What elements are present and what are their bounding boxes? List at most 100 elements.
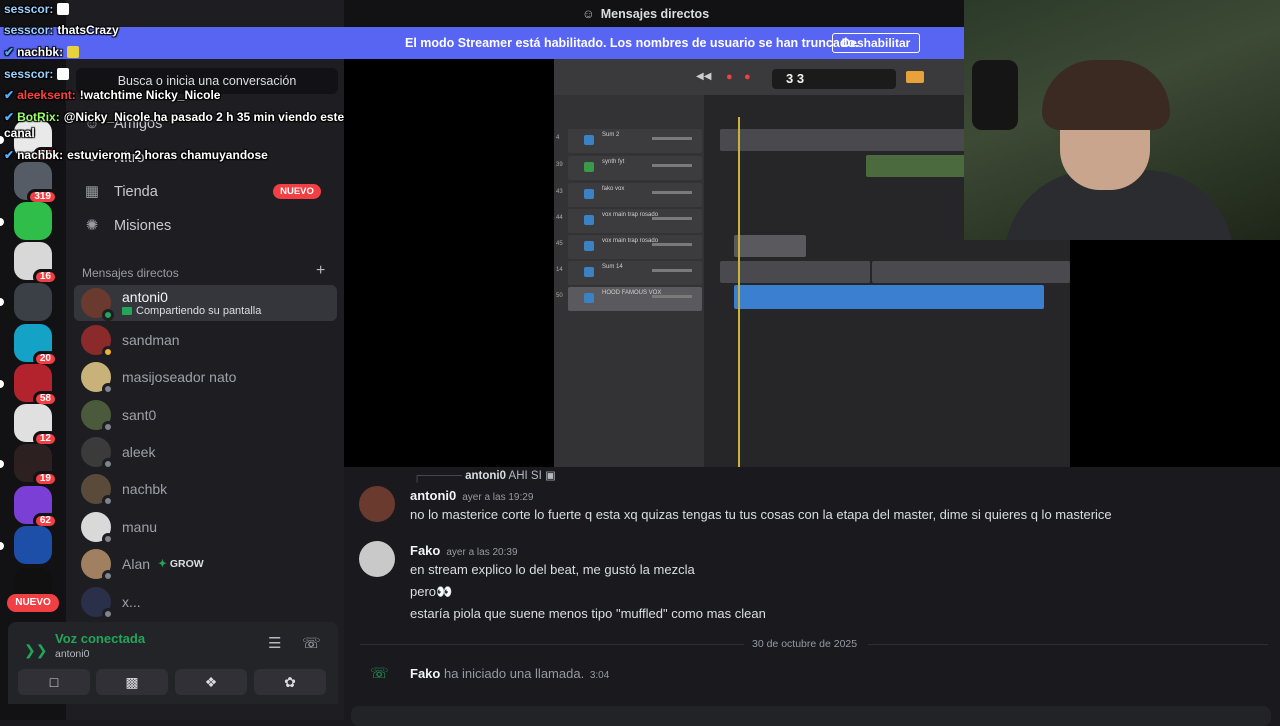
server-rail: 29 319 16 20 58 12 19 62 NUEVO bbox=[0, 0, 66, 720]
streamer-mode-banner: El modo Streamer está habilitado. Los no… bbox=[0, 27, 964, 59]
track-number: 14 bbox=[556, 267, 563, 273]
track-number: 4 bbox=[556, 135, 560, 141]
signal-icon[interactable]: ❯❯ bbox=[24, 642, 47, 659]
server-icon[interactable]: 62 bbox=[14, 486, 58, 529]
server-icon[interactable]: 58 bbox=[14, 364, 58, 407]
voice-panel: ❯❯ Voz conectada antoni0 ☰ ☏ □ ▩ ❖ ✿ bbox=[8, 622, 338, 704]
new-badge: NUEVO bbox=[273, 184, 321, 199]
avatar[interactable] bbox=[359, 486, 395, 522]
share-screen-button[interactable]: ▩ bbox=[96, 669, 168, 695]
overlay-chat-line: ✔ BotRix: @Nicky_Nicole ha pasado 2 h 35 m… bbox=[4, 110, 345, 124]
soundboard-button[interactable]: ✿ bbox=[254, 669, 326, 695]
track-header: synth fyt bbox=[568, 156, 702, 180]
dm-name: antoni0 bbox=[122, 289, 168, 305]
avatar bbox=[81, 474, 114, 507]
noise-suppression-icon[interactable]: ☰ bbox=[268, 634, 281, 652]
server-badge: 19 bbox=[32, 471, 58, 487]
voice-user: antoni0 bbox=[55, 648, 90, 660]
dm-item-x[interactable]: x... bbox=[74, 584, 337, 620]
track-header: vox main trap rosado bbox=[568, 209, 702, 233]
message-text: no lo masterice corte lo fuerte q esta x… bbox=[410, 507, 1112, 522]
metronome-icon bbox=[906, 71, 924, 83]
image-icon: ▣ bbox=[544, 470, 556, 482]
new-servers-pill[interactable]: NUEVO bbox=[7, 594, 59, 612]
track-header: Sum 2 bbox=[568, 129, 702, 153]
activities-button[interactable]: ❖ bbox=[175, 669, 247, 695]
dm-item-sant0[interactable]: sant0 bbox=[74, 397, 337, 433]
voice-status[interactable]: Voz conectada bbox=[55, 631, 145, 646]
track-number: 43 bbox=[556, 189, 563, 195]
dm-item-antoni0[interactable]: antoni0 Compartiendo su pantalla bbox=[74, 285, 337, 321]
unread-indicator bbox=[0, 460, 4, 468]
chat-area bbox=[344, 467, 1280, 720]
dm-item-nachbk[interactable]: nachbk bbox=[74, 471, 337, 507]
server-icon[interactable]: 19 bbox=[14, 444, 58, 487]
dm-name: Alan bbox=[122, 556, 151, 572]
screen-share-icon bbox=[122, 307, 132, 315]
call-icon: ☏ bbox=[370, 665, 389, 682]
dm-item-aleek[interactable]: aleek bbox=[74, 434, 337, 470]
overlay-chat-line: canal bbox=[4, 126, 35, 140]
nav-label: Misiones bbox=[114, 218, 172, 234]
server-icon[interactable] bbox=[14, 202, 52, 240]
date-separator: 30 de octubre de 2025 bbox=[752, 638, 858, 650]
server-icon[interactable]: 16 bbox=[14, 242, 58, 285]
server-icon[interactable]: 12 bbox=[14, 404, 58, 447]
server-icon[interactable] bbox=[14, 526, 52, 564]
daw-position-display: 3 3 bbox=[772, 69, 896, 89]
shop-icon: ▦ bbox=[84, 183, 100, 200]
unread-indicator bbox=[0, 380, 4, 388]
avatar[interactable] bbox=[359, 541, 395, 577]
avatar bbox=[81, 288, 114, 321]
playhead bbox=[738, 117, 740, 467]
message-text: estaría piola que suene menos tipo "muff… bbox=[410, 606, 766, 621]
unread-indicator bbox=[0, 218, 4, 226]
overlay-chat-line: ✔ aleeksent: !watchtime Nicky_Nicole bbox=[4, 88, 221, 102]
message-text: en stream explico lo del beat, me gustó … bbox=[410, 562, 695, 577]
track-header: HOOD FAMOUS VOX bbox=[568, 287, 702, 311]
guild-tag: ✦ GROW bbox=[158, 558, 204, 570]
audio-region bbox=[872, 261, 1070, 283]
dm-item-alan[interactable]: Alan ✦ GROW bbox=[74, 546, 337, 582]
avatar bbox=[81, 362, 114, 395]
track-number: 39 bbox=[556, 162, 563, 168]
dm-item-manu[interactable]: manu bbox=[74, 509, 337, 545]
nav-label: Tienda bbox=[114, 184, 158, 200]
call-event: Fako ha iniciado una llamada. 3:04 bbox=[410, 666, 610, 681]
record-icon: ● bbox=[726, 71, 733, 83]
camera-off-button[interactable]: □ bbox=[18, 669, 90, 695]
quests-icon: ✺ bbox=[85, 217, 99, 234]
record-icon: ● bbox=[744, 71, 751, 83]
create-dm-plus-icon[interactable]: + bbox=[316, 262, 325, 280]
nav-quests[interactable]: ✺ Misiones bbox=[76, 210, 336, 242]
dm-item-masijoseador[interactable]: masijoseador nato bbox=[74, 359, 337, 395]
server-icon[interactable]: 20 bbox=[14, 324, 58, 367]
message-author[interactable]: Fako ayer a las 20:39 bbox=[410, 543, 518, 558]
dm-item-sandman[interactable]: sandman bbox=[74, 322, 337, 358]
dm-name: nachbk bbox=[122, 481, 168, 497]
microphone bbox=[972, 60, 1018, 130]
title-bar: Mensajes directos bbox=[344, 0, 964, 27]
dm-name: aleek bbox=[122, 444, 156, 460]
dm-name: masijoseador nato bbox=[122, 369, 237, 385]
disconnect-icon[interactable]: ☏ bbox=[302, 634, 321, 652]
track-header: vox main trap rosado bbox=[568, 235, 702, 259]
disable-streamer-mode-button[interactable]: Deshabilitar bbox=[832, 33, 920, 53]
audio-region bbox=[720, 261, 870, 283]
avatar bbox=[81, 400, 114, 433]
track-number: 44 bbox=[556, 215, 563, 221]
message-author[interactable]: antoni0 ayer a las 19:29 bbox=[410, 488, 533, 503]
track-number: 45 bbox=[556, 241, 563, 247]
server-icon[interactable] bbox=[14, 283, 52, 321]
divider bbox=[868, 644, 1268, 645]
track-header: Sum 14 bbox=[568, 261, 702, 285]
track-number: 50 bbox=[556, 293, 563, 299]
server-icon[interactable]: 319 bbox=[14, 162, 58, 205]
audio-region bbox=[734, 235, 806, 257]
reply-preview[interactable]: ┌───── antoni0 AHI SI ▣ bbox=[413, 468, 556, 482]
message-composer[interactable] bbox=[351, 706, 1271, 726]
banner-message: El modo Streamer está habilitado. Los no… bbox=[405, 36, 859, 50]
dm-name: manu bbox=[122, 519, 158, 535]
unread-indicator bbox=[0, 298, 4, 306]
unread-indicator bbox=[0, 542, 4, 550]
